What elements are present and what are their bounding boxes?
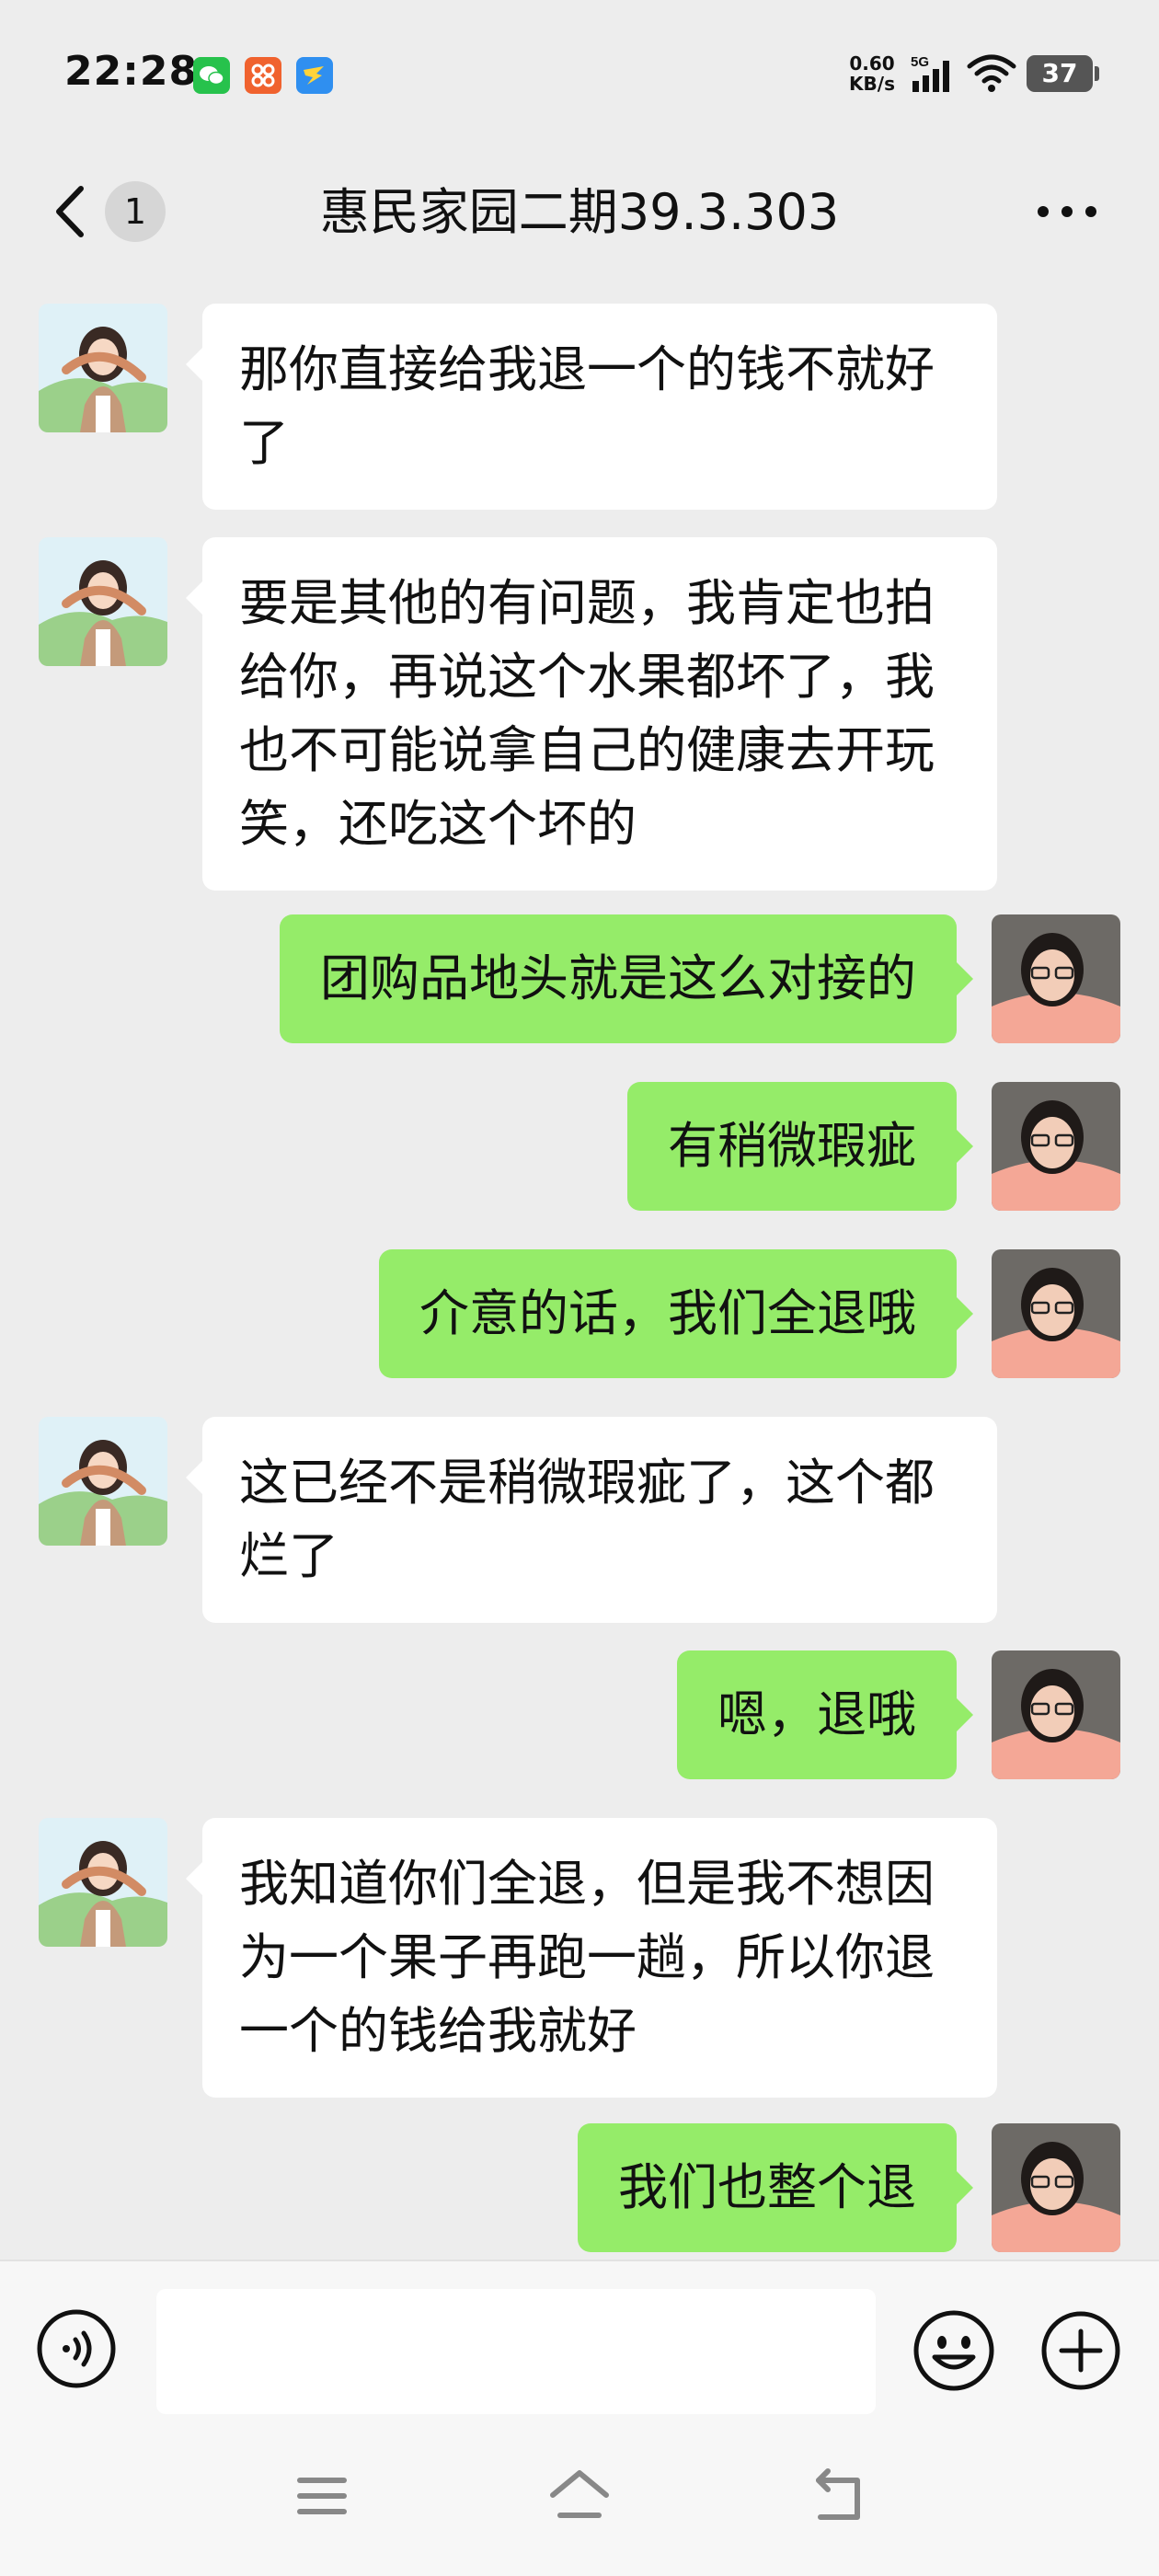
plus-circle-icon bbox=[1041, 2311, 1120, 2390]
chat-header: 1 惠民家园二期39.3.303 bbox=[0, 147, 1159, 276]
back-nav-button[interactable] bbox=[806, 2464, 870, 2528]
message-bubble-outgoing[interactable]: 团购品地头就是这么对接的 bbox=[280, 914, 973, 1043]
my-avatar[interactable] bbox=[992, 2123, 1120, 2252]
system-nav-bar bbox=[0, 2416, 1159, 2576]
contact-avatar[interactable] bbox=[39, 304, 167, 432]
back-nav-icon bbox=[816, 2468, 860, 2520]
message-bubble-incoming[interactable]: 那你直接给我退一个的钱不就好了 bbox=[186, 304, 997, 510]
bird-app-icon bbox=[296, 57, 333, 94]
message-bubble-outgoing[interactable]: 介意的话，我们全退哦 bbox=[379, 1249, 973, 1378]
network-type-label: 5G bbox=[911, 54, 929, 70]
network-speed: 0.60 KB/s bbox=[844, 53, 900, 94]
network-speed-value: 0.60 bbox=[849, 52, 895, 75]
emoji-button[interactable] bbox=[911, 2307, 997, 2394]
my-avatar[interactable] bbox=[992, 1650, 1120, 1779]
contact-avatar[interactable] bbox=[39, 1417, 167, 1546]
message-bubble-incoming[interactable]: 这已经不是稍微瑕疵了，这个都烂了 bbox=[186, 1417, 997, 1623]
my-avatar[interactable] bbox=[992, 914, 1120, 1043]
message-bubble-incoming[interactable]: 要是其他的有问题，我肯定也拍给你，再说这个水果都坏了，我也不可能说拿自己的健康去… bbox=[186, 537, 997, 891]
wechat-icon bbox=[193, 57, 230, 94]
contact-avatar[interactable] bbox=[39, 537, 167, 666]
voice-input-button[interactable] bbox=[35, 2307, 118, 2390]
message-input[interactable] bbox=[156, 2289, 876, 2414]
status-bar: 22:28 0.60 KB/s 5G 37 bbox=[0, 0, 1159, 147]
chat-input-bar bbox=[0, 2260, 1159, 2416]
more-button[interactable] bbox=[1030, 193, 1104, 230]
more-dots-icon bbox=[1038, 206, 1096, 217]
home-icon bbox=[550, 2470, 609, 2518]
signal-icon: 5G bbox=[909, 53, 958, 99]
network-speed-unit: KB/s bbox=[849, 73, 895, 95]
my-avatar[interactable] bbox=[992, 1249, 1120, 1378]
wifi-icon bbox=[966, 53, 1017, 98]
message-bubble-outgoing[interactable]: 有稍微瑕疵 bbox=[627, 1082, 973, 1211]
menu-icon bbox=[297, 2478, 347, 2514]
voice-input-icon bbox=[37, 2309, 116, 2388]
contact-avatar[interactable] bbox=[39, 1818, 167, 1947]
battery-indicator: 37 bbox=[1027, 55, 1099, 92]
my-avatar[interactable] bbox=[992, 1082, 1120, 1211]
home-button[interactable] bbox=[547, 2464, 612, 2528]
more-functions-button[interactable] bbox=[1039, 2309, 1122, 2392]
message-bubble-outgoing[interactable]: 我们也整个退 bbox=[578, 2123, 973, 2252]
message-bubble-outgoing[interactable]: 嗯，退哦 bbox=[677, 1650, 973, 1779]
message-bubble-incoming[interactable]: 我知道你们全退，但是我不想因为一个果子再跑一趟，所以你退一个的钱给我就好 bbox=[186, 1818, 997, 2098]
menu-button[interactable] bbox=[291, 2464, 355, 2528]
status-time: 22:28 bbox=[64, 48, 199, 95]
chat-title: 惠民家园二期39.3.303 bbox=[319, 183, 840, 241]
message-list[interactable]: 那你直接给我退一个的钱不就好了 要是其他的有问题，我肯定也拍给你，再说这个水果都… bbox=[0, 276, 1159, 2260]
app-grid-icon bbox=[245, 57, 281, 94]
emoji-icon bbox=[913, 2310, 994, 2391]
